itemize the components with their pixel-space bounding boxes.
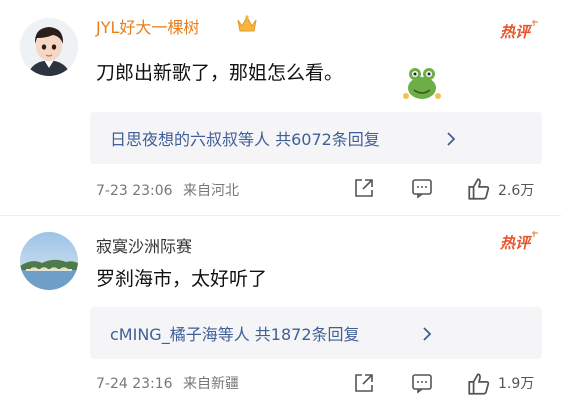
- cartoon-boy-avatar-icon: [20, 18, 78, 76]
- comment-item: 寂寞沙洲际赛 热评 罗刹海市，太好听了 cMING_橘子海等人 共1872条回复…: [0, 215, 561, 400]
- hot-badge-text: 热评: [499, 234, 533, 252]
- hot-comment-badge: 热评: [498, 20, 542, 42]
- landscape-avatar-icon: [20, 232, 78, 290]
- reply-summary-text[interactable]: 日思夜想的六叔叔等人 共6072条回复: [110, 126, 380, 150]
- comment-button[interactable]: [410, 176, 434, 204]
- share-icon: [355, 374, 373, 392]
- username[interactable]: 寂寞沙洲际赛: [96, 233, 192, 257]
- location: 来自河北: [183, 183, 240, 199]
- share-button[interactable]: [352, 371, 376, 399]
- comment-text: 罗刹海市，太好听了: [96, 268, 268, 290]
- thumbs-up-icon: [468, 178, 490, 200]
- comment-meta: 7-24 23:16 来自新疆: [96, 373, 239, 393]
- crown-icon: [236, 14, 258, 38]
- comment-icon: [412, 179, 432, 199]
- reply-summary-box[interactable]: 日思夜想的六叔叔等人 共6072条回复: [90, 112, 542, 164]
- avatar[interactable]: [20, 18, 78, 76]
- like-button[interactable]: [466, 176, 492, 206]
- reply-summary-text[interactable]: cMING_橘子海等人 共1872条回复: [110, 321, 360, 345]
- location: 来自新疆: [183, 376, 240, 392]
- timestamp: 7-23 23:06: [96, 183, 173, 199]
- like-count: 2.6万: [498, 183, 535, 199]
- like-count: 1.9万: [498, 376, 535, 392]
- share-icon: [355, 179, 373, 197]
- comment-item: JYL好大一棵树 热评 刀郎出新歌了，那姐怎么看。 日思夜想的六叔叔等人 共60…: [0, 0, 561, 215]
- like-button[interactable]: [466, 371, 492, 401]
- hot-badge-text: 热评: [499, 23, 533, 41]
- thumbs-up-icon: [468, 373, 490, 395]
- reply-summary-box[interactable]: cMING_橘子海等人 共1872条回复: [90, 307, 542, 359]
- comment-button[interactable]: [410, 371, 434, 399]
- comment-text: 刀郎出新歌了，那姐怎么看。: [96, 62, 344, 84]
- avatar[interactable]: [20, 232, 78, 290]
- comment-icon: [412, 374, 432, 394]
- chevron-right-icon: [422, 326, 432, 345]
- timestamp: 7-24 23:16: [96, 376, 173, 392]
- hot-comment-badge: 热评: [498, 231, 542, 253]
- share-button[interactable]: [352, 176, 376, 204]
- username[interactable]: JYL好大一棵树: [96, 14, 199, 38]
- frog-sticker-icon: [400, 62, 444, 106]
- comment-meta: 7-23 23:06 来自河北: [96, 180, 239, 200]
- chevron-right-icon: [446, 131, 456, 150]
